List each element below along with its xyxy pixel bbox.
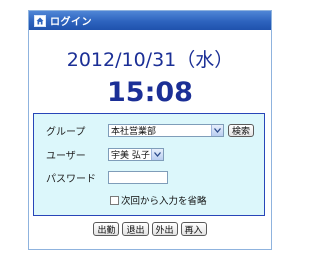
action-buttons: 出勤 退出 外出 再入 xyxy=(29,222,271,236)
search-button[interactable]: 検索 xyxy=(228,123,255,137)
group-label: グループ xyxy=(46,126,86,138)
user-select-value: 宇美 弘子 xyxy=(111,150,150,161)
chevron-down-icon[interactable] xyxy=(151,148,163,160)
user-select[interactable]: 宇美 弘子 xyxy=(108,147,164,161)
login-window: ログイン 2012/10/31（水） 15:08 グループ 本社営業部 検索 ユ… xyxy=(28,10,272,250)
title-bar: ログイン xyxy=(29,11,271,30)
checkin-button[interactable]: 出勤 xyxy=(93,222,120,236)
user-label: ユーザー xyxy=(46,150,86,162)
go-out-button[interactable]: 外出 xyxy=(151,222,178,236)
reenter-button[interactable]: 再入 xyxy=(180,222,207,236)
user-row: ユーザー 宇美 弘子 xyxy=(34,146,264,162)
password-label: パスワード xyxy=(46,173,96,185)
password-row: パスワード xyxy=(34,169,264,185)
window-title: ログイン xyxy=(50,17,92,28)
group-select-value: 本社営業部 xyxy=(111,126,157,137)
password-field[interactable] xyxy=(108,170,168,184)
chevron-down-icon[interactable] xyxy=(211,124,223,136)
remember-checkbox[interactable] xyxy=(110,195,119,205)
current-date: 2012/10/31（水） xyxy=(66,49,234,71)
group-row: グループ 本社営業部 検索 xyxy=(34,122,264,138)
remember-label[interactable]: 次回から入力を省略 xyxy=(121,193,207,207)
home-icon xyxy=(34,14,46,27)
login-form: グループ 本社営業部 検索 ユーザー 宇美 弘子 パスワード 次回から入力を省略 xyxy=(33,113,265,216)
checkout-button[interactable]: 退出 xyxy=(122,222,149,236)
remember-row: 次回から入力を省略 xyxy=(34,192,264,208)
group-select[interactable]: 本社営業部 xyxy=(108,123,224,137)
current-time: 15:08 xyxy=(107,77,193,108)
